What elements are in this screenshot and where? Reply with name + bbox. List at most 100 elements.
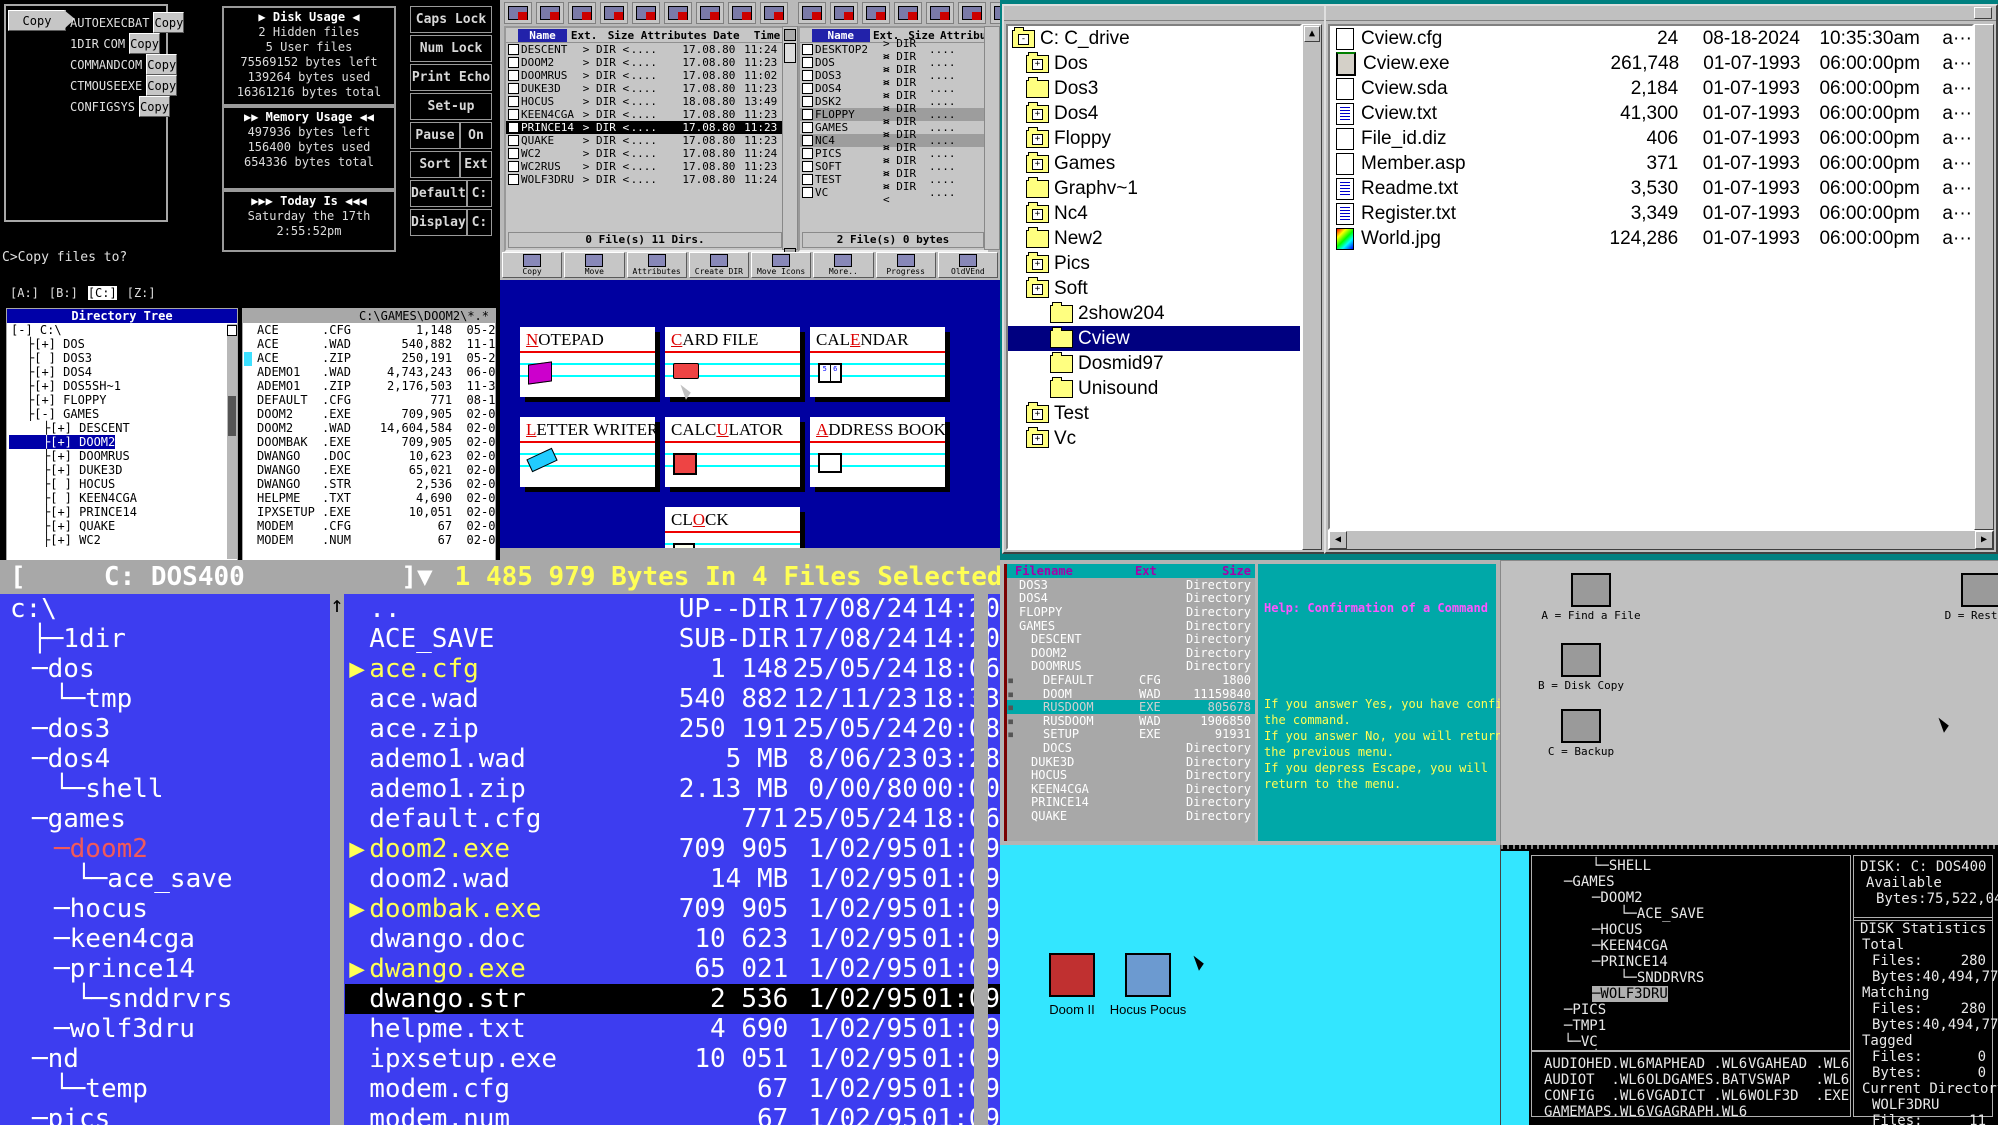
file-row[interactable]: Member.asp 371 01-07-1993 06:00:00pm a··· [1330,151,1972,176]
xtree-dir-row[interactable]: ─HOCUS [1536,922,1850,938]
tree-row[interactable]: ├[ ] DOS3 [9,351,92,365]
file-row[interactable]: ACE .WAD 540,882 11-12-23 [257,337,500,351]
toolbar-icon-7[interactable] [728,2,756,24]
xtree-dir-row[interactable]: └─VC [1536,1034,1850,1050]
dn-left-pane[interactable]: Name Ext. Size Attributes Date Time DESCENT > … [504,26,786,252]
xtree-row[interactable]: DOOMRUS Directory [1007,659,1255,673]
xtree-file-pane[interactable]: Filename Ext Size DOS3 Directory DOS4 Dire… [1004,564,1255,841]
xtree-dir-row[interactable]: ─GAMES [1536,874,1850,890]
toolbar-icon-r0[interactable] [798,2,826,24]
toggle-button-pause[interactable]: Pause [410,122,460,149]
toolbar-icon-3[interactable] [600,2,628,24]
file-row[interactable]: DEFAULT .CFG 771 08-17-24 [257,393,500,407]
vc-scrollbar[interactable]: ↑ [330,594,344,1125]
toggle-button-num-lock[interactable]: Num Lock [410,35,492,62]
tree-row[interactable]: ├[+] DOOMRUS [9,449,130,463]
table-row[interactable]: VC > DIR <.... [800,180,986,206]
xtree-row[interactable]: DOS3 Directory [1007,578,1255,592]
xtree-row[interactable]: DOS4 Directory [1007,591,1255,605]
toggle-button-set-up[interactable]: Set-up [410,93,492,120]
scroll-up-icon[interactable]: ↑ [330,594,344,618]
tree-row[interactable]: + Games [1008,151,1300,176]
toolbar-icon-0[interactable] [504,2,532,24]
xtree-dir-row[interactable]: ─PICS [1536,1002,1850,1018]
tree-row[interactable]: ├[+] PRINCE14 [9,505,137,519]
xtree-file-row[interactable]: CONFIG .WL6 VGADICT .WL6 WOLF3D .EXE [1544,1088,1850,1104]
toolbar-icon-r5[interactable] [958,2,986,24]
file-row[interactable]: DOOMBAK .EXE 709,905 02-01-95 [257,435,500,449]
dn-right-pane[interactable]: Name Ext. Size Attributes DESKTOP2 > DIR <..… [798,26,1000,252]
xtree-row[interactable]: HOCUS Directory [1007,768,1255,782]
table-row[interactable]: DOOMRUS > DIR <.... 17.08.80 11:02 [506,69,784,82]
file-row[interactable]: MODEM .NUM 67 02-01-95 [257,533,500,547]
file-row[interactable]: HELPME .TXT 4,690 02-01-95 [257,491,500,505]
p1-copy-action[interactable]: Copy [129,33,160,54]
tree-row[interactable]: ├[+] WC2 [9,533,101,547]
toggle-value[interactable]: Ext [460,151,492,178]
tree-row[interactable]: Graphv~1 [1008,176,1300,201]
vc-file-row[interactable]: ▶ dwango.exe 65 021 1/02/95 01:09 [345,954,1000,984]
collapse-icon[interactable]: - [1018,33,1029,45]
tree-row[interactable]: + Soft [1008,276,1300,301]
vc-file-row[interactable]: .. UP--DIR 17/08/24 14:20 [345,594,1000,624]
tree-row[interactable]: ├[+] FLOPPY [9,393,106,407]
vc-tree-row[interactable]: └─shell [0,774,330,804]
toolbar-icon-6[interactable] [696,2,724,24]
vc-tree-row[interactable]: └─temp [0,1074,330,1104]
vc-file-row[interactable]: ipxsetup.exe 10 051 1/02/95 01:09 [345,1044,1000,1074]
tree-row[interactable]: ├[+] DUKE3D [9,463,122,477]
explorer-file-list[interactable]: Cview.cfg 24 08-18-2024 10:35:30am a··· Cview… [1328,24,1974,530]
table-row[interactable]: WOLF3DRU > DIR <.... 17.08.80 11:24 [506,173,784,186]
tree-row[interactable]: Cview [1008,326,1300,351]
file-row[interactable]: IPXSETUP .EXE 10,051 02-01-95 [257,505,500,519]
vc-file-row[interactable]: ademo1.zip 2.13 MB 0/00/80 00:00 [345,774,1000,804]
xtree-row[interactable]: PRINCE14 Directory [1007,795,1255,809]
vc-file-row[interactable]: ademo1.wad 5 MB 8/06/23 03:28 [345,744,1000,774]
vc-file-row[interactable]: dwango.doc 10 623 1/02/95 01:09 [345,924,1000,954]
toggle-button-default[interactable]: Default [410,180,467,207]
expand-icon[interactable]: + [1032,158,1043,170]
vc-file-row[interactable]: modem.num 67 1/02/95 01:09 [345,1104,1000,1125]
column-header-ext[interactable]: Ext. [567,29,601,42]
program-item-pen[interactable]: LETTER WRITER [520,417,658,487]
expand-icon[interactable]: + [1032,258,1043,270]
tree-row[interactable]: ├[+] QUAKE [9,519,115,533]
dosshell-tree-list[interactable]: [-] C:\ ├[+] DOS ├[ ] DOS3 ├[+] DOS4 ├[+] DO… [7,323,237,560]
drive-A[interactable]: [A:] [10,286,39,300]
drive-Z[interactable]: [Z:] [127,286,156,300]
vc-tree-row[interactable]: ─wolf3dru [0,1014,330,1044]
scroll-up-icon[interactable] [784,29,796,41]
tool-copy[interactable]: Copy [502,252,563,278]
file-row[interactable]: World.jpg 124,286 01-07-1993 06:00:00pm a··· [1330,226,1972,251]
column-header-name[interactable]: Name [812,28,870,42]
file-row[interactable]: ACE .ZIP 250,191 05-25-24 [257,351,500,365]
tree-row[interactable]: [-] C:\ [9,323,62,337]
vc-tree-row[interactable]: ─dos [0,654,330,684]
toggle-button-display[interactable]: Display [410,209,467,236]
expand-icon[interactable]: + [1032,433,1043,445]
p1-copy-action[interactable]: Copy [153,12,185,33]
vc-tree-row[interactable]: ├─1dir [0,624,330,654]
xtree-row[interactable]: DESCENT Directory [1007,632,1255,646]
tree-row[interactable]: New2 [1008,226,1300,251]
file-row[interactable]: DOOM2 .EXE 709,905 02-01-95 [257,407,500,421]
expand-icon[interactable]: + [1032,133,1043,145]
tree-row-root[interactable]: - C: C_drive [1008,26,1300,51]
vc-tree-row[interactable]: c:\ [0,594,330,624]
toolbar-icon-r4[interactable] [926,2,954,24]
toolbar-icon-5[interactable] [664,2,692,24]
tool-attributes[interactable]: Attributes [626,252,687,278]
toggle-value[interactable]: On [460,122,492,149]
column-header-name[interactable]: Name [518,28,568,42]
norton-icon-drive[interactable]: C = Backup [1531,709,1631,758]
tree-row[interactable]: ├[+] DOOM2 [9,435,116,449]
toggle-button-caps-lock[interactable]: Caps Lock [410,6,492,33]
expand-icon[interactable]: + [1032,108,1043,120]
toolbar-icon-r1[interactable] [830,2,858,24]
drive-C[interactable]: [C:] [87,286,117,300]
table-row[interactable]: DOOM2 > DIR <.... 17.08.80 11:23 [506,56,784,69]
column-header-time[interactable]: Time [750,29,784,42]
vc-tree-row[interactable]: ─dos4 [0,744,330,774]
toggle-button-print-echo[interactable]: Print Echo [410,64,492,91]
vc-tree-row[interactable]: ─games [0,804,330,834]
